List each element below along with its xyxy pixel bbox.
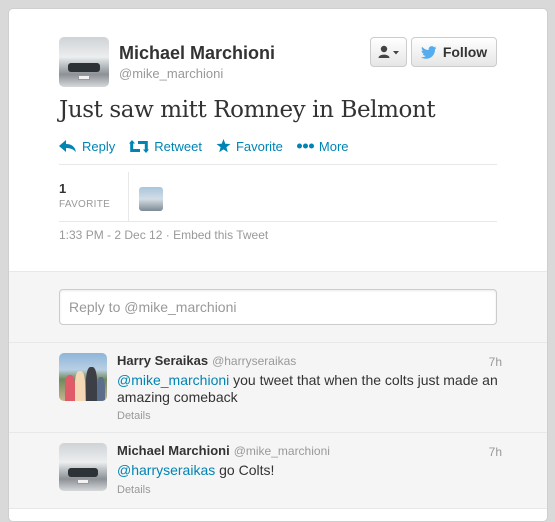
favorite-action[interactable]: Favorite bbox=[216, 139, 283, 154]
divider bbox=[59, 164, 497, 165]
reply-time[interactable]: 7h bbox=[489, 445, 502, 459]
more-dots-icon bbox=[296, 143, 319, 149]
more-action[interactable]: More bbox=[296, 138, 349, 154]
reply-author-avatar[interactable] bbox=[59, 443, 107, 491]
favorite-count-label[interactable]: FAVORITE bbox=[59, 199, 110, 210]
user-dropdown-icon bbox=[378, 45, 400, 59]
follow-label: Follow bbox=[442, 44, 488, 60]
reply-icon bbox=[59, 140, 82, 152]
favoriter-avatar[interactable] bbox=[139, 187, 163, 211]
retweet-icon bbox=[129, 139, 154, 153]
reply-author-avatar[interactable] bbox=[59, 353, 107, 401]
retweet-label: Retweet bbox=[154, 138, 202, 154]
reply-author-name[interactable]: Harry Seraikas bbox=[117, 353, 208, 368]
tweet-meta: 1:33 PM - 2 Dec 12 · Embed this Tweet bbox=[59, 228, 268, 242]
reply-details-link[interactable]: Details bbox=[117, 484, 151, 496]
more-label: More bbox=[318, 138, 349, 154]
tweet-actions: Reply Retweet Favorite More bbox=[59, 137, 363, 155]
main-tweet: Michael Marchioni @mike_marchioni Follow… bbox=[9, 9, 547, 271]
reply-box-section bbox=[9, 271, 547, 343]
retweet-action[interactable]: Retweet bbox=[129, 139, 202, 154]
user-actions-button[interactable] bbox=[370, 37, 407, 67]
reply-author-handle[interactable]: @mike_marchioni bbox=[234, 444, 330, 458]
reply-text: @mike_marchioni you tweet that when the … bbox=[117, 372, 507, 406]
tweet-text: Just saw mitt Romney in Belmont bbox=[59, 97, 436, 123]
reply-action[interactable]: Reply bbox=[59, 139, 115, 154]
follow-button[interactable]: Follow bbox=[411, 37, 497, 67]
meta-separator: · bbox=[162, 228, 174, 242]
avatar-person bbox=[65, 375, 75, 401]
reply-body: go Colts! bbox=[215, 462, 275, 478]
reply-input[interactable] bbox=[59, 289, 497, 325]
tweet-timestamp[interactable]: 1:33 PM - 2 Dec 12 bbox=[59, 228, 162, 242]
reply-mention[interactable]: @mike_marchioni bbox=[117, 372, 229, 388]
avatar-person bbox=[86, 367, 97, 401]
divider bbox=[59, 221, 497, 222]
reply-header: Michael Marchioni @mike_marchioni bbox=[117, 443, 330, 458]
reply-tweet[interactable]: Michael Marchioni @mike_marchioni 7h @har… bbox=[9, 433, 547, 509]
avatar-person bbox=[97, 377, 105, 401]
reply-tweet[interactable]: Harry Seraikas @harryseraikas 7h @mike_ma… bbox=[9, 343, 547, 433]
reply-details-link[interactable]: Details bbox=[117, 410, 151, 422]
avatar-plate bbox=[78, 75, 90, 80]
twitter-bird-icon bbox=[420, 45, 437, 59]
embed-tweet-link[interactable]: Embed this Tweet bbox=[173, 228, 268, 242]
avatar-grille bbox=[68, 63, 100, 72]
reply-time[interactable]: 7h bbox=[489, 355, 502, 369]
reply-label: Reply bbox=[82, 138, 116, 154]
favorite-count[interactable]: 1 bbox=[59, 181, 66, 196]
reply-mention[interactable]: @harryseraikas bbox=[117, 462, 215, 478]
stats-divider bbox=[128, 172, 129, 221]
tweet-permalink-card: Michael Marchioni @mike_marchioni Follow… bbox=[8, 8, 548, 522]
reply-author-handle[interactable]: @harryseraikas bbox=[212, 354, 296, 368]
avatar-person bbox=[75, 371, 85, 401]
author-name[interactable]: Michael Marchioni bbox=[119, 43, 275, 64]
tweet-stats: 1 FAVORITE bbox=[59, 172, 497, 221]
reply-text: @harryseraikas go Colts! bbox=[117, 462, 507, 479]
author-handle[interactable]: @mike_marchioni bbox=[119, 66, 223, 81]
author-avatar[interactable] bbox=[59, 37, 109, 87]
favorite-label: Favorite bbox=[235, 138, 283, 154]
favorite-star-icon bbox=[216, 139, 236, 153]
avatar-plate bbox=[77, 479, 89, 485]
reply-header: Harry Seraikas @harryseraikas bbox=[117, 353, 296, 368]
avatar-grille bbox=[67, 467, 99, 477]
reply-author-name[interactable]: Michael Marchioni bbox=[117, 443, 230, 458]
